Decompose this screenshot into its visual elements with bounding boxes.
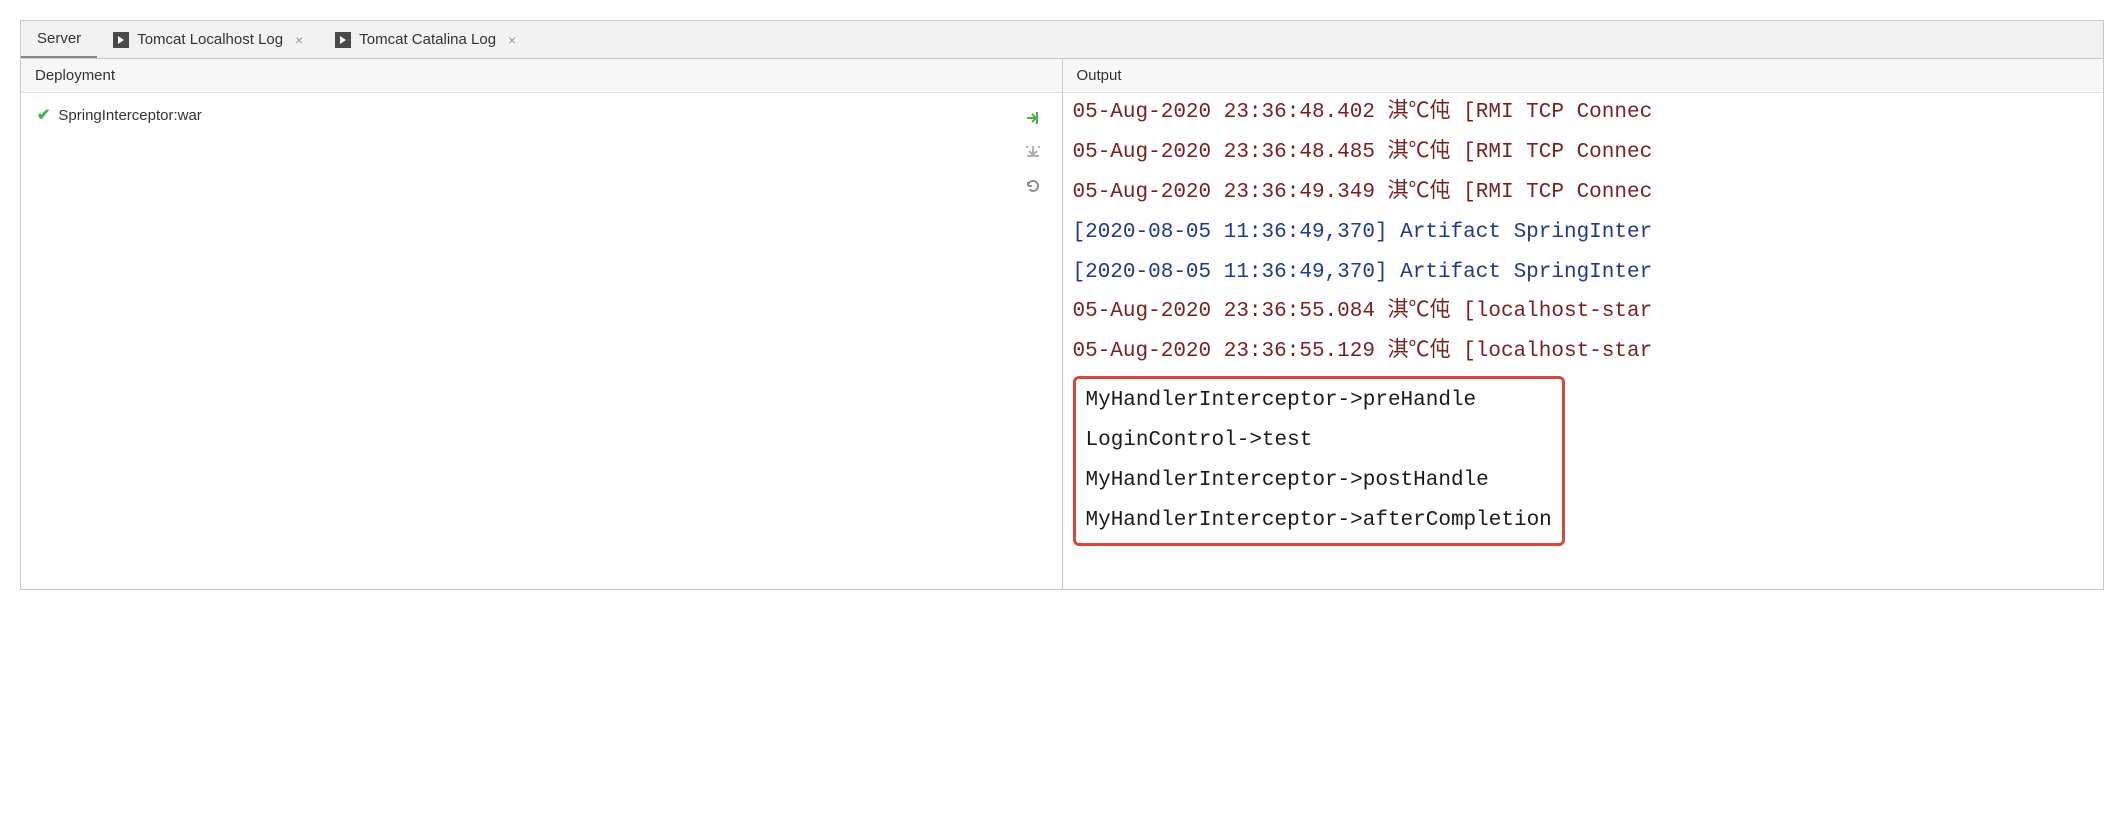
deployment-toolbar bbox=[1014, 103, 1052, 579]
log-line: MyHandlerInterceptor->preHandle bbox=[1086, 381, 1552, 421]
run-icon bbox=[335, 32, 351, 48]
deployment-item[interactable]: ✔ SpringInterceptor:war bbox=[31, 103, 1014, 127]
tab-label: Server bbox=[37, 30, 81, 47]
tab-server[interactable]: Server bbox=[21, 21, 97, 58]
output-header: Output bbox=[1063, 59, 2104, 93]
deployment-list: ✔ SpringInterceptor:war bbox=[21, 93, 1062, 589]
log-line: MyHandlerInterceptor->afterCompletion bbox=[1086, 501, 1552, 541]
deployment-pane: Deployment ✔ SpringInterceptor:war bbox=[21, 59, 1063, 589]
deployment-items: ✔ SpringInterceptor:war bbox=[31, 103, 1014, 579]
highlight-box: MyHandlerInterceptor->preHandle LoginCon… bbox=[1073, 376, 1565, 546]
log-line: [2020-08-05 11:36:49,370] Artifact Sprin… bbox=[1073, 253, 2094, 293]
output-content[interactable]: 05-Aug-2020 23:36:48.402 淇℃伅 [RMI TCP Co… bbox=[1063, 93, 2104, 589]
tab-label: Tomcat Catalina Log bbox=[359, 31, 496, 48]
check-icon: ✔ bbox=[37, 105, 50, 125]
refresh-icon bbox=[1024, 177, 1042, 195]
undeploy-button[interactable] bbox=[1022, 141, 1044, 163]
log-line: 05-Aug-2020 23:36:55.129 淇℃伅 [localhost-… bbox=[1073, 332, 2094, 372]
deploy-button[interactable] bbox=[1022, 107, 1044, 129]
undeploy-icon bbox=[1024, 143, 1042, 161]
deployment-item-label: SpringInterceptor:war bbox=[58, 107, 201, 124]
log-line: LoginControl->test bbox=[1086, 421, 1552, 461]
tab-tomcat-catalina-log[interactable]: Tomcat Catalina Log × bbox=[319, 21, 532, 58]
deploy-arrow-icon bbox=[1024, 109, 1042, 127]
output-pane: Output 05-Aug-2020 23:36:48.402 淇℃伅 [RMI… bbox=[1063, 59, 2104, 589]
close-icon[interactable]: × bbox=[508, 32, 516, 48]
tabs-bar: Server Tomcat Localhost Log × Tomcat Cat… bbox=[21, 21, 2103, 59]
log-line: 05-Aug-2020 23:36:55.084 淇℃伅 [localhost-… bbox=[1073, 292, 2094, 332]
log-line: [2020-08-05 11:36:49,370] Artifact Sprin… bbox=[1073, 213, 2094, 253]
run-icon bbox=[113, 32, 129, 48]
log-line: 05-Aug-2020 23:36:49.349 淇℃伅 [RMI TCP Co… bbox=[1073, 173, 2094, 213]
log-line: 05-Aug-2020 23:36:48.485 淇℃伅 [RMI TCP Co… bbox=[1073, 133, 2094, 173]
tab-label: Tomcat Localhost Log bbox=[137, 31, 283, 48]
tab-tomcat-localhost-log[interactable]: Tomcat Localhost Log × bbox=[97, 21, 319, 58]
server-panel: Server Tomcat Localhost Log × Tomcat Cat… bbox=[20, 20, 2104, 590]
log-line: 05-Aug-2020 23:36:48.402 淇℃伅 [RMI TCP Co… bbox=[1073, 93, 2094, 133]
refresh-button[interactable] bbox=[1022, 175, 1044, 197]
deployment-header: Deployment bbox=[21, 59, 1062, 93]
log-line: MyHandlerInterceptor->postHandle bbox=[1086, 461, 1552, 501]
close-icon[interactable]: × bbox=[295, 32, 303, 48]
body-split: Deployment ✔ SpringInterceptor:war bbox=[21, 59, 2103, 589]
